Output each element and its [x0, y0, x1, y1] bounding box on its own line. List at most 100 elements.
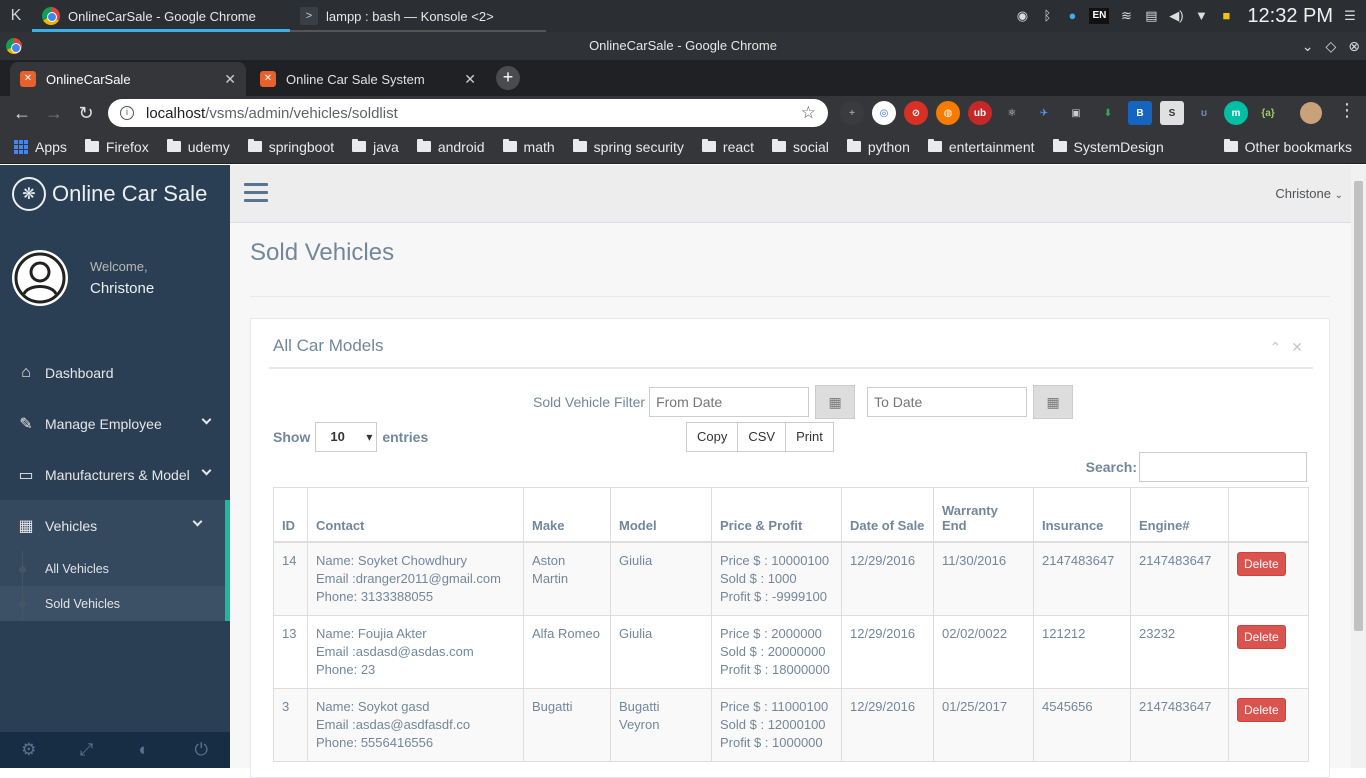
- bookmark-folder[interactable]: Firefox: [84, 139, 149, 155]
- bookmark-folder[interactable]: social: [772, 139, 829, 155]
- address-bar[interactable]: i localhost/vsms/admin/vehicles/soldlist…: [108, 99, 828, 127]
- forward-icon[interactable]: →: [38, 103, 70, 124]
- profile-avatar[interactable]: [1300, 102, 1322, 124]
- col-header[interactable]: Engine#: [1130, 487, 1229, 543]
- csv-button[interactable]: CSV: [737, 422, 787, 452]
- minimize-icon[interactable]: ⌄: [1302, 32, 1314, 60]
- chrome-icon: [6, 38, 22, 54]
- accessibility-icon[interactable]: ●: [1064, 8, 1080, 24]
- entries-select[interactable]: 10: [315, 422, 378, 452]
- kde-menu-icon[interactable]: K: [0, 7, 32, 25]
- notes-extension-icon[interactable]: ʊ: [1192, 101, 1216, 125]
- volume-icon[interactable]: ◀): [1168, 8, 1184, 24]
- col-header: [1228, 487, 1309, 543]
- download-extension-icon[interactable]: ⬇: [1096, 101, 1120, 125]
- bookmark-apps[interactable]: Apps: [14, 139, 67, 155]
- hamburger-menu-icon[interactable]: [244, 183, 268, 207]
- delete-button[interactable]: Delete: [1237, 624, 1286, 649]
- lifebuoy-extension-icon[interactable]: ◍: [936, 101, 960, 125]
- wifi-icon[interactable]: ≋: [1118, 8, 1134, 24]
- fullscreen-icon[interactable]: ⤢: [58, 732, 116, 768]
- bookmark-folder[interactable]: react: [701, 139, 754, 155]
- from-date-input[interactable]: [649, 387, 810, 417]
- keyboard-layout-indicator[interactable]: EN: [1089, 8, 1110, 24]
- collapse-icon[interactable]: ⌃: [1270, 339, 1282, 356]
- bookmark-folder[interactable]: python: [846, 139, 910, 155]
- col-header[interactable]: Insurance: [1033, 487, 1131, 543]
- clipboard-icon[interactable]: ▤: [1143, 8, 1159, 24]
- json-extension-icon[interactable]: {a}: [1256, 101, 1280, 125]
- print-button[interactable]: Print: [785, 422, 834, 452]
- bookmark-folder[interactable]: java: [352, 139, 399, 155]
- ublock-extension-icon[interactable]: ub: [968, 101, 992, 125]
- user-dropdown[interactable]: Christone ⌄: [1275, 186, 1343, 201]
- close-tab-icon[interactable]: ✕: [464, 71, 476, 88]
- bluetooth-icon[interactable]: ᛒ: [1039, 8, 1055, 24]
- bookmark-folder[interactable]: udemy: [166, 139, 230, 155]
- search-input[interactable]: [1139, 452, 1307, 482]
- task-chrome[interactable]: OnlineCarSale - Google Chrome: [32, 0, 290, 32]
- settings-icon[interactable]: ⚙: [0, 732, 58, 768]
- calendar-icon[interactable]: ▦: [1033, 385, 1074, 419]
- compass-extension-icon[interactable]: ◎: [872, 101, 896, 125]
- translate-extension-icon[interactable]: ✈: [1032, 101, 1056, 125]
- col-header[interactable]: Price & Profit: [711, 487, 842, 543]
- skype-icon[interactable]: ◉: [1014, 8, 1030, 24]
- close-tab-icon[interactable]: ✕: [224, 71, 236, 88]
- tab-online-car-sale-system[interactable]: ✕ Online Car Sale System ✕: [250, 62, 486, 96]
- cell-model: Bugatti Veyron: [610, 687, 712, 762]
- sidebar-subitem-sold-vehicles[interactable]: Sold Vehicles: [0, 586, 225, 621]
- task-konsole[interactable]: > lampp : bash — Konsole <2>: [290, 0, 546, 32]
- close-window-icon[interactable]: ⊗: [1348, 32, 1360, 60]
- bookmark-folder[interactable]: spring security: [572, 139, 684, 155]
- col-header[interactable]: Model: [610, 487, 712, 543]
- clock[interactable]: 12:32 PM: [1247, 5, 1333, 28]
- reload-icon[interactable]: ↻: [70, 103, 102, 124]
- bookmark-folder[interactable]: SystemDesign: [1052, 139, 1164, 155]
- panel-menu-icon[interactable]: ☰: [1342, 8, 1358, 24]
- delete-button[interactable]: Delete: [1237, 697, 1286, 722]
- printer-extension-icon[interactable]: ▣: [1064, 101, 1088, 125]
- bookmark-star-icon[interactable]: ☆: [801, 103, 816, 123]
- col-header[interactable]: Date of Sale: [841, 487, 934, 543]
- chevron-down-icon: [201, 465, 212, 476]
- bookmark-folder[interactable]: android: [416, 139, 485, 155]
- tab-onlinecarsale[interactable]: ✕ OnlineCarSale ✕: [10, 62, 246, 96]
- copy-button[interactable]: Copy: [686, 422, 739, 452]
- delete-button[interactable]: Delete: [1237, 551, 1286, 576]
- react-devtools-icon[interactable]: ⚛: [1000, 101, 1024, 125]
- block-extension-icon[interactable]: ⊘: [904, 101, 928, 125]
- m-extension-icon[interactable]: m: [1224, 101, 1248, 125]
- eye-slash-icon[interactable]: ◐: [115, 732, 173, 768]
- bookmark-folder[interactable]: entertainment: [927, 139, 1035, 155]
- to-date-input[interactable]: [867, 387, 1028, 417]
- s-extension-icon[interactable]: S: [1160, 101, 1184, 125]
- back-icon[interactable]: ←: [6, 103, 38, 124]
- sidebar-item-vehicles[interactable]: ▦ Vehicles: [0, 500, 230, 551]
- col-header[interactable]: ID: [273, 487, 308, 543]
- sidebar-item-manufacturers[interactable]: ▭ Manufacturers & Model: [0, 449, 230, 500]
- close-panel-icon[interactable]: ✕: [1291, 339, 1303, 356]
- sidebar-item-dashboard[interactable]: ⌂ Dashboard: [0, 347, 230, 398]
- calendar-icon[interactable]: ▦: [815, 385, 856, 419]
- tray-expand-icon[interactable]: ▼: [1193, 8, 1209, 24]
- scrollbar-thumb[interactable]: [1354, 181, 1363, 631]
- notes-icon[interactable]: ■: [1218, 8, 1234, 24]
- other-bookmarks[interactable]: Other bookmarks: [1223, 139, 1352, 155]
- sidebar-item-manage-employee[interactable]: ✎ Manage Employee: [0, 398, 230, 449]
- page-scrollbar[interactable]: [1351, 165, 1366, 768]
- col-header[interactable]: Make: [523, 487, 611, 543]
- col-header[interactable]: Contact: [307, 487, 524, 543]
- brand[interactable]: ❋ Online Car Sale: [0, 165, 230, 223]
- b-extension-icon[interactable]: B: [1128, 101, 1152, 125]
- col-header[interactable]: Warranty End: [933, 487, 1034, 543]
- site-info-icon[interactable]: i: [120, 106, 134, 120]
- chrome-menu-icon[interactable]: ⋮: [1338, 100, 1356, 121]
- bookmark-folder[interactable]: springboot: [247, 139, 334, 155]
- bookmark-folder[interactable]: math: [502, 139, 555, 155]
- sidebar-subitem-all-vehicles[interactable]: All Vehicles: [0, 551, 225, 586]
- new-tab-button[interactable]: +: [496, 66, 520, 90]
- extension-icon[interactable]: +: [840, 101, 864, 125]
- maximize-icon[interactable]: ◇: [1325, 32, 1336, 60]
- power-icon[interactable]: ⏻: [173, 732, 231, 768]
